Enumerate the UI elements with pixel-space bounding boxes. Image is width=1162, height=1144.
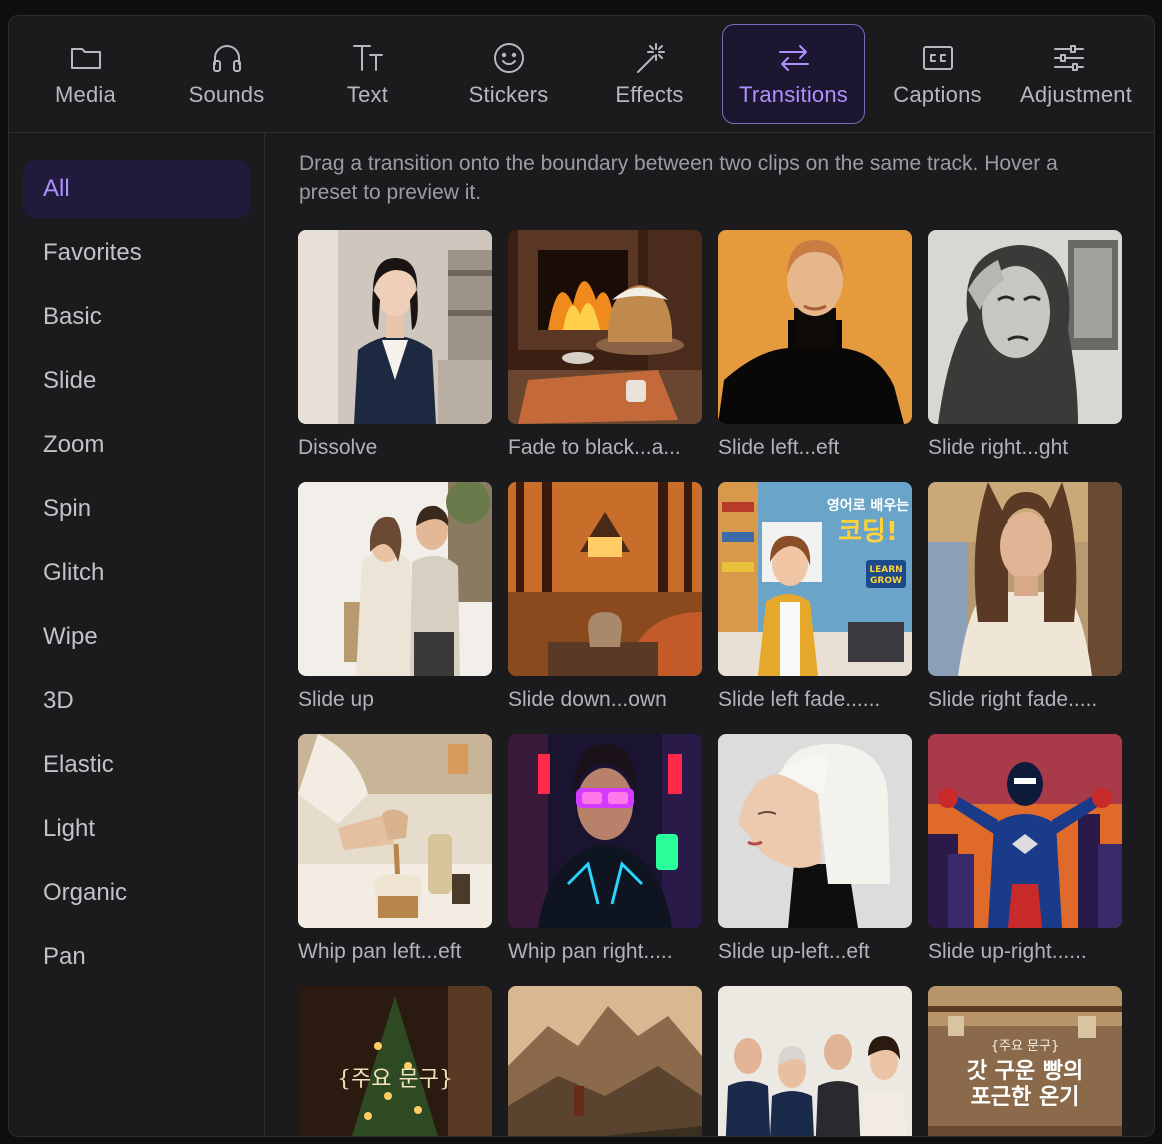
preset-thumbnail <box>298 230 492 424</box>
category-wipe[interactable]: Wipe <box>23 608 250 666</box>
preset-label: Slide right fade..... <box>928 688 1098 711</box>
preset-label: Dissolve <box>298 436 378 459</box>
preset-item[interactable]: {주요 문구} 갓 구운 빵의 포근한 온기 <box>928 986 1122 1136</box>
thumb-text: 코딩! <box>838 517 898 547</box>
preset-slide-right-fade[interactable]: Slide right fade..... <box>928 482 1122 712</box>
tab-label: Captions <box>893 82 982 107</box>
tab-label: Text <box>346 82 389 107</box>
thumb-text: {주요 문구} <box>991 1039 1060 1054</box>
swap-arrows-icon <box>776 40 812 76</box>
tab-label: Media <box>55 82 116 107</box>
magic-wand-icon <box>632 40 668 76</box>
preset-label: Slide right...ght <box>928 436 1069 459</box>
category-organic[interactable]: Organic <box>23 864 250 922</box>
tab-captions[interactable]: Captions <box>867 24 1008 124</box>
sliders-icon <box>1051 40 1087 76</box>
thumb-text: LEARN <box>869 565 902 575</box>
tab-label: Effects <box>615 82 684 107</box>
thumb-text: 포근한 온기 <box>971 1085 1080 1110</box>
closed-captions-icon <box>920 40 956 76</box>
tab-text[interactable]: Text <box>297 24 438 124</box>
preset-thumbnail <box>508 230 702 424</box>
category-elastic[interactable]: Elastic <box>23 736 250 794</box>
preset-thumbnail <box>508 482 702 676</box>
preset-fade-to-black[interactable]: Fade to black...a... <box>508 230 702 460</box>
preset-label: Slide up-right...... <box>928 940 1087 963</box>
category-glitch[interactable]: Glitch <box>23 544 250 602</box>
category-spin[interactable]: Spin <box>23 480 250 538</box>
category-favorites[interactable]: Favorites <box>23 224 250 282</box>
preset-slide-up-right[interactable]: Slide up-right...... <box>928 734 1122 964</box>
preset-thumbnail <box>508 986 702 1136</box>
text-icon <box>350 40 386 76</box>
tab-effects[interactable]: Effects <box>579 24 720 124</box>
category-all[interactable]: All <box>23 160 250 218</box>
tab-label: Transitions <box>739 82 848 107</box>
category-basic[interactable]: Basic <box>23 288 250 346</box>
tab-adjustment[interactable]: Adjustment <box>1008 24 1149 124</box>
thumb-text: {주요 문구} <box>337 1067 453 1092</box>
preset-slide-up[interactable]: Slide up <box>298 482 492 712</box>
category-pan[interactable]: Pan <box>23 928 250 986</box>
preset-item[interactable] <box>508 986 702 1136</box>
tab-stickers[interactable]: Stickers <box>438 24 579 124</box>
preset-thumbnail <box>298 734 492 928</box>
tab-label: Sounds <box>188 82 265 107</box>
transitions-panel: Media Sounds Text Stickers Effects Trans… <box>8 15 1155 1137</box>
preset-slide-left[interactable]: Slide left...eft <box>718 230 912 460</box>
preset-label: Whip pan left...eft <box>298 940 462 963</box>
headphones-icon <box>209 40 245 76</box>
preset-label: Whip pan right..... <box>508 940 673 963</box>
preset-thumbnail <box>718 230 912 424</box>
folder-icon <box>68 40 104 76</box>
tab-media[interactable]: Media <box>15 24 156 124</box>
preset-label: Slide left...eft <box>718 436 840 459</box>
preset-dissolve[interactable]: Dissolve <box>298 230 492 460</box>
preset-label: Slide up <box>298 688 374 711</box>
category-light[interactable]: Light <box>23 800 250 858</box>
preset-thumbnail <box>928 230 1122 424</box>
preset-item[interactable]: {주요 문구} <box>298 986 492 1136</box>
preset-thumbnail <box>718 734 912 928</box>
category-slide[interactable]: Slide <box>23 352 250 410</box>
thumb-text: GROW <box>870 576 902 586</box>
tab-label: Stickers <box>468 82 549 107</box>
preset-label: Slide up-left...eft <box>718 940 870 963</box>
preset-slide-right[interactable]: Slide right...ght <box>928 230 1122 460</box>
category-zoom[interactable]: Zoom <box>23 416 250 474</box>
preset-thumbnail <box>928 734 1122 928</box>
preset-thumbnail <box>928 482 1122 676</box>
thumb-text: 영어로 배우는 <box>827 497 909 514</box>
preset-whip-pan-right[interactable]: Whip pan right..... <box>508 734 702 964</box>
preset-thumbnail <box>718 986 912 1136</box>
preset-thumbnail: 영어로 배우는 코딩! LEARN GROW <box>718 482 912 676</box>
tab-transitions[interactable]: Transitions <box>722 24 865 124</box>
preset-label: Fade to black...a... <box>508 436 681 459</box>
preset-slide-up-left[interactable]: Slide up-left...eft <box>718 734 912 964</box>
preset-whip-pan-left[interactable]: Whip pan left...eft <box>298 734 492 964</box>
top-toolbar: Media Sounds Text Stickers Effects Trans… <box>9 16 1154 133</box>
preset-slide-down[interactable]: Slide down...own <box>508 482 702 712</box>
preset-slide-left-fade[interactable]: 영어로 배우는 코딩! LEARN GROW Slide left fade..… <box>718 482 912 712</box>
preset-label: Slide left fade...... <box>718 688 881 711</box>
instruction-text: Drag a transition onto the boundary betw… <box>299 152 1058 204</box>
preset-thumbnail <box>508 734 702 928</box>
category-3d[interactable]: 3D <box>23 672 250 730</box>
preset-browser: Drag a transition onto the boundary betw… <box>266 133 1154 1136</box>
tab-sounds[interactable]: Sounds <box>156 24 297 124</box>
thumb-text: 갓 구운 빵의 <box>967 1059 1084 1084</box>
preset-thumbnail <box>298 482 492 676</box>
category-sidebar: All Favorites Basic Slide Zoom Spin Glit… <box>9 133 265 1136</box>
preset-item[interactable] <box>718 986 912 1136</box>
preset-label: Slide down...own <box>508 688 667 711</box>
preset-thumbnail: {주요 문구} 갓 구운 빵의 포근한 온기 <box>928 986 1122 1136</box>
smiley-icon <box>491 40 527 76</box>
tab-label: Adjustment <box>1020 82 1133 107</box>
preset-thumbnail: {주요 문구} <box>298 986 492 1136</box>
